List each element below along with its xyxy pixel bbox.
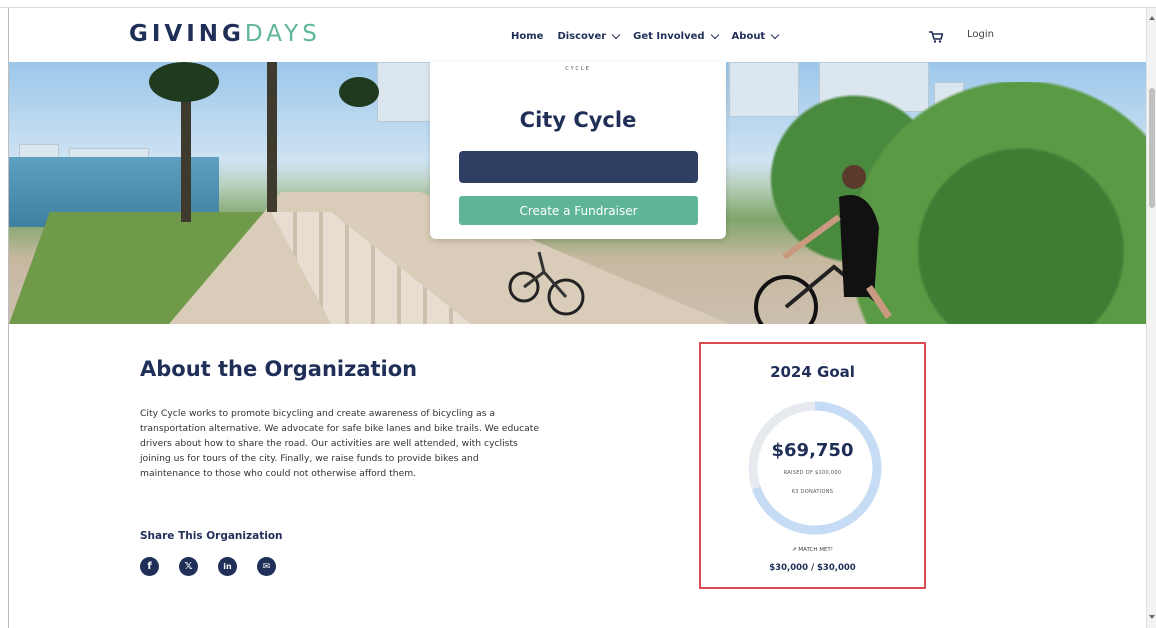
nav-discover[interactable]: Discover bbox=[557, 30, 621, 42]
palm-top bbox=[339, 77, 379, 107]
browser-top-edge bbox=[0, 0, 1156, 8]
match-status: ⇗ MATCH MET! bbox=[701, 547, 924, 553]
match-amount: $30,000 / $30,000 bbox=[769, 563, 856, 573]
goal-progress-ring bbox=[748, 401, 882, 535]
create-fundraiser-button[interactable]: Create a Fundraiser bbox=[459, 196, 698, 225]
cyclist-woman-image bbox=[754, 165, 892, 324]
scroll-up-arrow-icon[interactable] bbox=[1149, 16, 1155, 20]
nav-about-label: About bbox=[731, 31, 766, 42]
about-body: City Cycle works to promote bicycling an… bbox=[140, 408, 540, 479]
nav-discover-label: Discover bbox=[557, 31, 607, 42]
palm-trunk bbox=[267, 62, 277, 212]
palm-trunk bbox=[181, 82, 191, 222]
nav-get-involved[interactable]: Get Involved bbox=[633, 30, 719, 42]
about-title: About the Organization bbox=[140, 357, 418, 381]
linkedin-icon[interactable]: in bbox=[218, 557, 237, 576]
main-nav: Home Discover Get Involved About bbox=[511, 30, 780, 42]
goal-title: 2024 Goal bbox=[770, 363, 855, 381]
scroll-down-arrow-icon[interactable] bbox=[1149, 615, 1155, 619]
goal-raised-of: RAISED OF $100,000 bbox=[783, 470, 842, 476]
donate-button[interactable] bbox=[459, 151, 698, 183]
facebook-icon[interactable]: f bbox=[140, 557, 159, 576]
scroll-thumb[interactable] bbox=[1149, 88, 1155, 208]
nav-home-label: Home bbox=[511, 31, 544, 42]
goal-card: 2024 Goal $69,750 RAISED OF $100,000 63 … bbox=[699, 342, 926, 589]
nav-home[interactable]: Home bbox=[511, 31, 543, 42]
tower-building bbox=[377, 62, 432, 122]
logo-days: DAYS bbox=[244, 21, 321, 47]
campaign-title: City Cycle bbox=[519, 108, 637, 132]
chevron-down-icon bbox=[770, 30, 780, 40]
logo-giving: GIVING bbox=[129, 21, 245, 47]
share-title: Share This Organization bbox=[140, 530, 283, 542]
nav-get-involved-label: Get Involved bbox=[633, 31, 705, 42]
chevron-down-icon bbox=[710, 30, 719, 40]
match-label: MATCH MET! bbox=[798, 547, 833, 553]
social-share-list: f 𝕏 in ✉ bbox=[140, 557, 276, 576]
login-link[interactable]: Login bbox=[967, 29, 994, 40]
chevron-down-icon bbox=[611, 30, 621, 40]
cyclist-image bbox=[508, 251, 585, 316]
campaign-card: CYCLE City Cycle Create a Fundraiser bbox=[430, 62, 726, 239]
goal-donations: 63 DONATIONS bbox=[791, 489, 834, 495]
x-icon[interactable]: 𝕏 bbox=[179, 557, 198, 576]
cart-icon[interactable] bbox=[929, 31, 943, 43]
nav-about[interactable]: About bbox=[731, 30, 780, 42]
card-eyebrow: CYCLE bbox=[565, 66, 591, 72]
site-header: GIVINGDAYS Home Discover Get Involved Ab… bbox=[9, 9, 1146, 62]
email-icon[interactable]: ✉ bbox=[257, 557, 276, 576]
goal-amount: $69,750 bbox=[771, 440, 854, 461]
palm-top bbox=[149, 62, 219, 102]
site-logo[interactable]: GIVINGDAYS bbox=[129, 21, 321, 47]
page-scrollbar[interactable] bbox=[1146, 8, 1156, 628]
